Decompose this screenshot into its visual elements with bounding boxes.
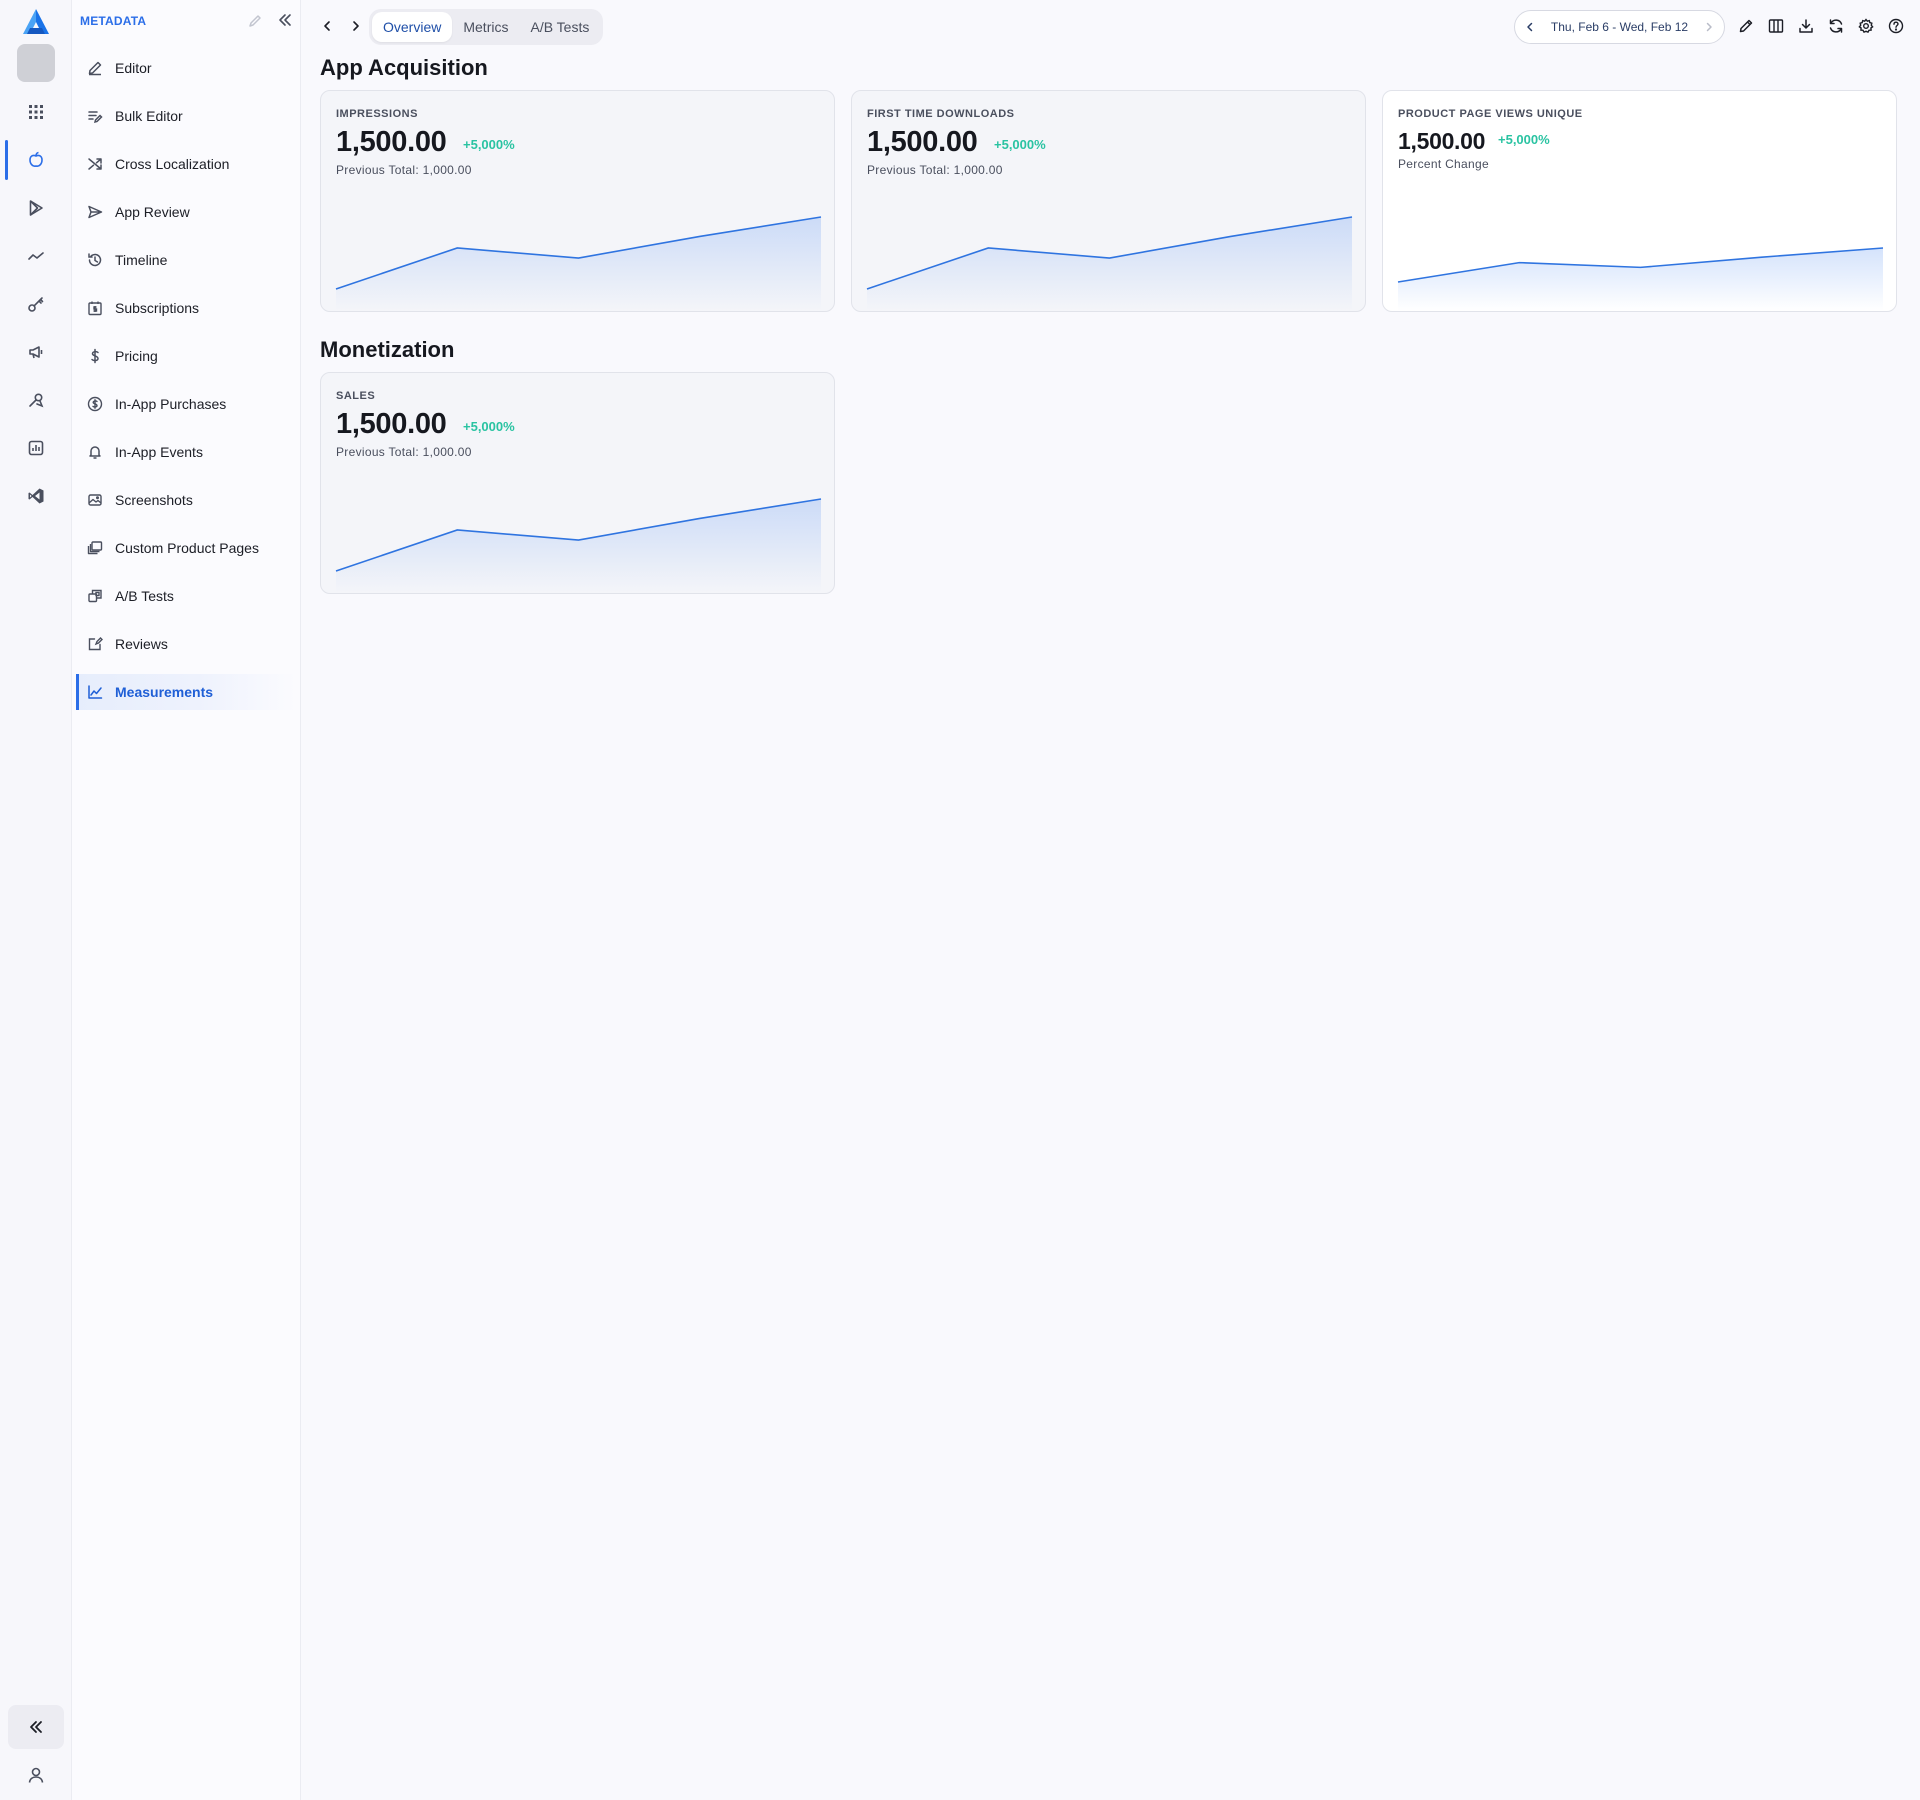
sidebar-item-label: App Review bbox=[115, 204, 190, 220]
sparkline-chart bbox=[335, 498, 822, 593]
sidebar-item-cross-localization[interactable]: Cross Localization bbox=[76, 146, 296, 182]
bulk-edit-icon bbox=[86, 107, 104, 125]
sidebar-item-measurements[interactable]: Measurements bbox=[76, 674, 296, 710]
sidebar-item-timeline[interactable]: Timeline bbox=[76, 242, 296, 278]
pencil-icon[interactable] bbox=[1736, 16, 1756, 36]
sidebar-item-label: A/B Tests bbox=[115, 588, 174, 604]
sidebar-item-label: Editor bbox=[115, 60, 152, 76]
sparkline-chart bbox=[866, 216, 1353, 311]
pencil-icon bbox=[86, 59, 104, 77]
sidebar-item-in-app-purchases[interactable]: In-App Purchases bbox=[76, 386, 296, 422]
history-icon bbox=[86, 251, 104, 269]
metadata-sidebar: METADATA Editor Bulk Editor Cross Locali… bbox=[72, 0, 301, 1800]
tab-metrics[interactable]: Metrics bbox=[452, 12, 519, 42]
key-icon[interactable] bbox=[8, 282, 64, 326]
date-range-label: Thu, Feb 6 - Wed, Feb 12 bbox=[1550, 20, 1689, 34]
trend-icon[interactable] bbox=[8, 234, 64, 278]
sidebar-item-label: In-App Events bbox=[115, 444, 203, 460]
user-icon[interactable] bbox=[8, 1753, 64, 1797]
next-range-icon[interactable] bbox=[1704, 22, 1714, 32]
section-title-monetization: Monetization bbox=[320, 337, 455, 362]
sidebar-item-label: Screenshots bbox=[115, 492, 193, 508]
pages-icon bbox=[86, 539, 104, 557]
sidebar-item-reviews[interactable]: Reviews bbox=[76, 626, 296, 662]
send-icon bbox=[86, 203, 104, 221]
view-tabs: Overview Metrics A/B Tests bbox=[369, 9, 604, 45]
metric-card-sales[interactable]: SALES 1,500.00 +5,000% Previous Total: 1… bbox=[320, 372, 835, 594]
analytics-icon[interactable] bbox=[8, 426, 64, 470]
sidebar-item-label: Reviews bbox=[115, 636, 168, 652]
sidebar-item-label: In-App Purchases bbox=[115, 396, 227, 412]
vscode-icon[interactable] bbox=[8, 474, 64, 518]
apps-grid-icon[interactable] bbox=[8, 90, 64, 134]
sidebar-item-label: Pricing bbox=[115, 348, 158, 364]
sidebar-item-label: Measurements bbox=[115, 684, 214, 700]
dollar-icon bbox=[86, 347, 104, 365]
date-range-picker[interactable]: Thu, Feb 6 - Wed, Feb 12 bbox=[1514, 10, 1725, 44]
forward-arrow-icon[interactable] bbox=[346, 16, 366, 36]
edit-icon[interactable] bbox=[247, 13, 263, 29]
section-title-acquisition: App Acquisition bbox=[320, 55, 488, 80]
download-icon[interactable] bbox=[1796, 16, 1816, 36]
sidebar-item-bulk-editor[interactable]: Bulk Editor bbox=[76, 98, 296, 134]
back-arrow-icon[interactable] bbox=[317, 16, 337, 36]
google-play-icon[interactable] bbox=[8, 186, 64, 230]
columns-icon[interactable] bbox=[1766, 16, 1786, 36]
megaphone-icon[interactable] bbox=[8, 330, 64, 374]
help-icon[interactable] bbox=[1886, 16, 1906, 36]
metric-card-impressions[interactable]: IMPRESSIONS 1,500.00 +5,000% Previous To… bbox=[320, 90, 835, 312]
chart-line-icon bbox=[86, 683, 104, 701]
refresh-icon[interactable] bbox=[1826, 16, 1846, 36]
sidebar-item-pricing[interactable]: Pricing bbox=[76, 338, 296, 374]
bell-icon bbox=[86, 443, 104, 461]
dollar-circle-icon bbox=[86, 395, 104, 413]
sparkline-area bbox=[1398, 248, 1883, 311]
previous-range-icon[interactable] bbox=[1525, 22, 1535, 32]
sidebar-item-editor[interactable]: Editor bbox=[76, 50, 296, 86]
sidebar-item-label: Custom Product Pages bbox=[115, 540, 259, 556]
sidebar-title: METADATA bbox=[80, 14, 147, 28]
sidebar-item-subscriptions[interactable]: Subscriptions bbox=[76, 290, 296, 326]
image-icon bbox=[86, 491, 104, 509]
sidebar-item-label: Cross Localization bbox=[115, 156, 230, 172]
top-bar: Overview Metrics A/B Tests Thu, Feb 6 - … bbox=[301, 0, 1920, 52]
shuffle-icon bbox=[86, 155, 104, 173]
review-icon bbox=[86, 635, 104, 653]
sidebar-item-label: Bulk Editor bbox=[115, 108, 183, 124]
ab-test-icon bbox=[86, 587, 104, 605]
icon-rail bbox=[0, 0, 72, 1800]
sidebar-item-custom-product-pages[interactable]: Custom Product Pages bbox=[76, 530, 296, 566]
tab-overview[interactable]: Overview bbox=[372, 12, 453, 42]
subscription-icon bbox=[86, 299, 104, 317]
tab-ab-tests[interactable]: A/B Tests bbox=[519, 12, 600, 42]
sidebar-item-label: Timeline bbox=[115, 252, 168, 268]
sparkline-chart bbox=[1397, 247, 1884, 311]
sidebar-item-label: Subscriptions bbox=[115, 300, 200, 316]
sidebar-item-app-review[interactable]: App Review bbox=[76, 194, 296, 230]
app-avatar[interactable] bbox=[17, 44, 55, 82]
sparkline-chart bbox=[335, 216, 822, 311]
settings-icon[interactable] bbox=[1856, 16, 1876, 36]
sidebar-collapse-icon[interactable] bbox=[277, 12, 293, 28]
brand-logo-icon[interactable] bbox=[20, 6, 52, 38]
metric-card-product-page-views-unique[interactable]: PRODUCT PAGE VIEWS UNIQUE 1,500.00 +5,00… bbox=[1382, 90, 1897, 312]
tools-icon[interactable] bbox=[8, 378, 64, 422]
sidebar-item-in-app-events[interactable]: In-App Events bbox=[76, 434, 296, 470]
sidebar-item-screenshots[interactable]: Screenshots bbox=[76, 482, 296, 518]
rail-collapse-button[interactable] bbox=[8, 1705, 64, 1749]
metric-card-first-time-downloads[interactable]: FIRST TIME DOWNLOADS 1,500.00 +5,000% Pr… bbox=[851, 90, 1366, 312]
sidebar-item-ab-tests[interactable]: A/B Tests bbox=[76, 578, 296, 614]
apple-icon[interactable] bbox=[5, 138, 64, 182]
